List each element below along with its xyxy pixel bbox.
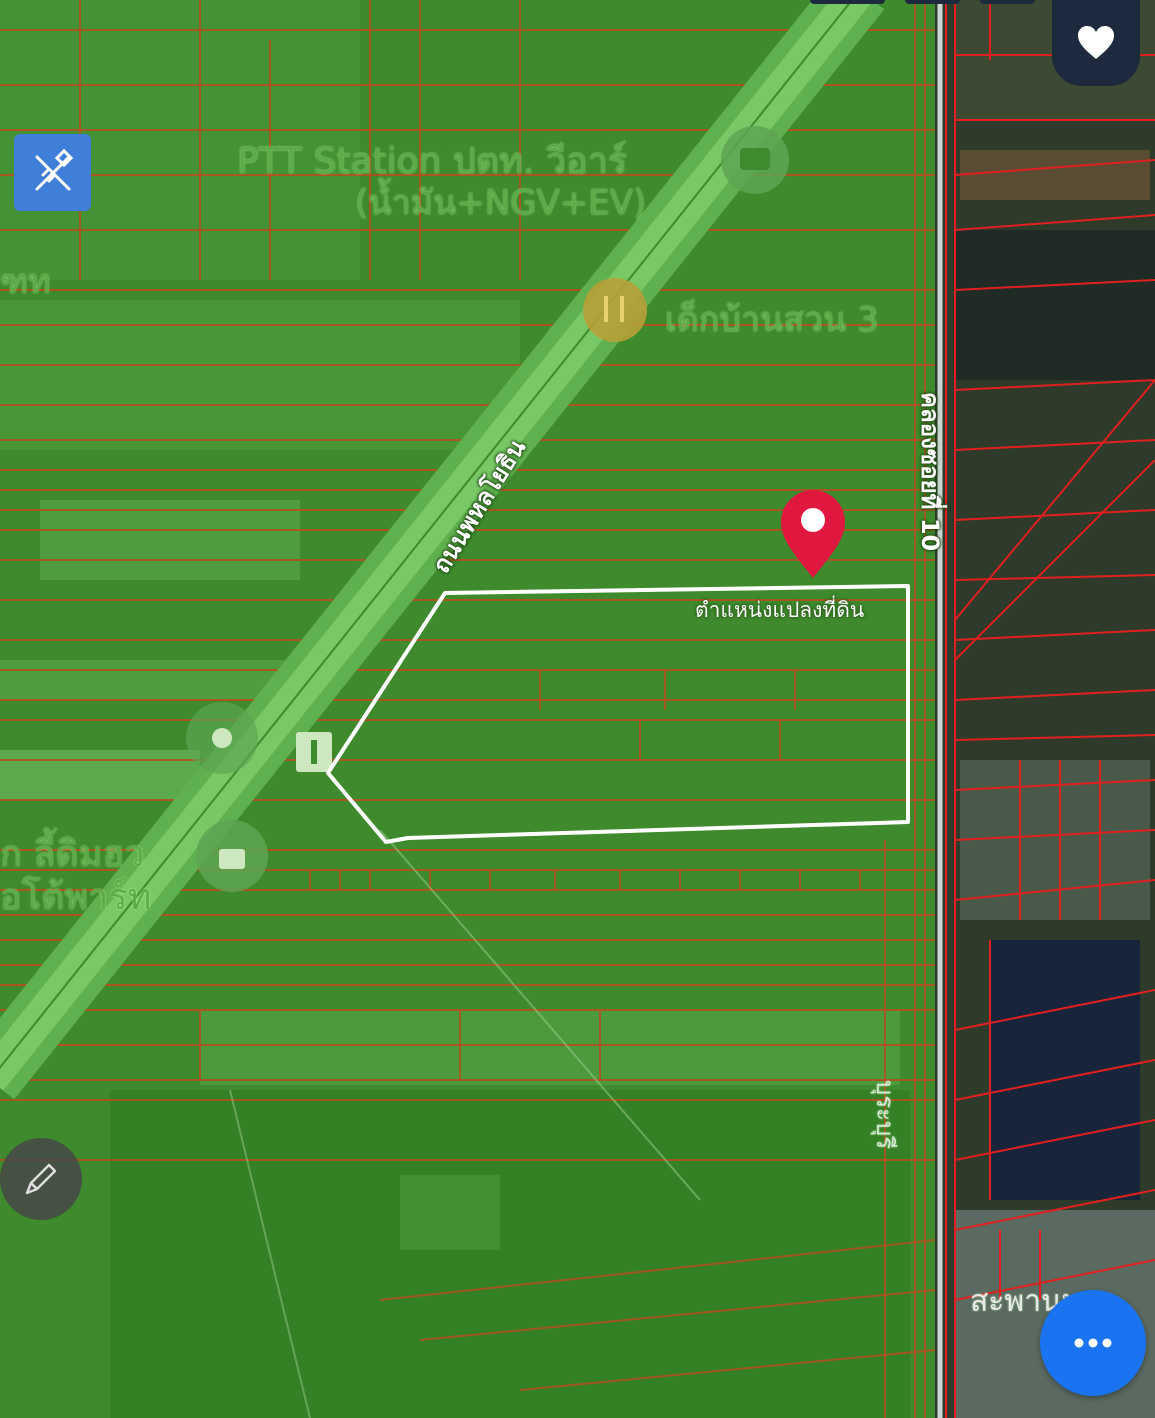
label-ptt-station-sub: (น้ำมัน+NGV+EV) [355,183,647,223]
top-bar-segment [905,0,960,4]
measure-tool-button[interactable] [14,134,91,211]
road-label-canal: คลองซอยที่ 10 [916,392,944,552]
parcel-label: ตำแหน่งแปลงที่ดิน [695,598,865,622]
label-autopart: อโต้พาร์ท [0,877,152,918]
more-options-button[interactable] [1040,1290,1146,1396]
shopping-bag-icon[interactable] [196,820,268,892]
fork-knife-icon[interactable] [583,278,647,342]
edit-button[interactable] [0,1138,82,1220]
heart-icon [1078,26,1114,59]
top-bar-segment [810,0,885,4]
top-bar-segment [980,0,1035,4]
label-left-fragment: ฑท [0,262,51,302]
more-dots-icon [1074,1338,1112,1348]
label-right-vertical: บุระบุรี [871,1080,899,1150]
favorite-button[interactable] [1052,0,1140,86]
gas-station-icon[interactable] [721,126,789,194]
pencil-icon [25,1163,57,1195]
label-restaurant: เด็กบ้านสวน 3 [665,300,879,340]
ruler-pencil-icon [35,148,73,190]
